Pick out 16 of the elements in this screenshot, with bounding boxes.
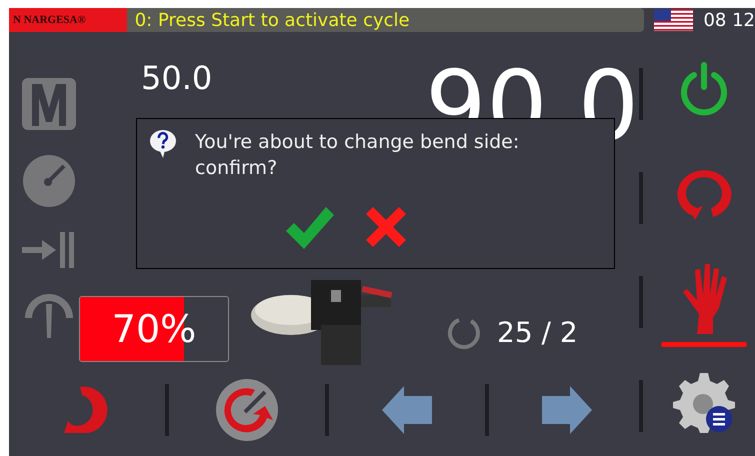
cycle-counter: 25 / 2 (497, 315, 578, 351)
refresh-icon (447, 316, 481, 350)
gauge-icon[interactable] (22, 154, 76, 208)
m-letter-icon[interactable] (22, 78, 76, 130)
arrow-to-bar-icon[interactable] (22, 232, 76, 268)
gear-icon (673, 371, 735, 433)
left-arrow-icon (382, 386, 432, 434)
status-message: 0: Press Start to activate cycle (126, 8, 644, 32)
right-arrow-icon (542, 386, 592, 434)
flag-icon (654, 9, 694, 31)
cancel-x-icon[interactable] (366, 207, 406, 247)
reading-value: 50.0 (141, 62, 212, 94)
question-bubble-icon (149, 129, 177, 159)
logo: N NARGESA® (9, 8, 127, 32)
clock-time: 08 12 (703, 8, 755, 32)
confirm-check-icon[interactable] (286, 207, 334, 249)
